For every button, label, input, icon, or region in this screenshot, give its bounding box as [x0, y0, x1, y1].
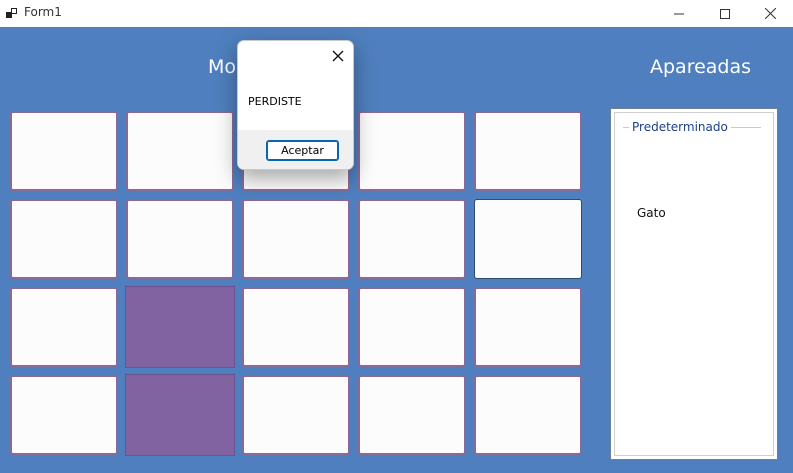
card-3-4[interactable] [358, 287, 466, 367]
dialog-close-button[interactable] [329, 47, 347, 65]
dialog-footer: Aceptar [238, 130, 353, 169]
matched-heading: Apareadas [650, 56, 752, 78]
close-icon [332, 50, 344, 62]
card-3-5[interactable] [474, 287, 582, 367]
minimize-button[interactable] [656, 0, 702, 27]
minimize-icon [674, 13, 684, 14]
card-3-1[interactable] [10, 287, 118, 367]
group-header: Predeterminado [629, 120, 731, 134]
card-2-4[interactable] [358, 199, 466, 279]
card-1-5[interactable] [474, 111, 582, 191]
message-dialog: PERDISTE Aceptar [237, 40, 354, 170]
card-4-5[interactable] [474, 375, 582, 455]
card-3-2[interactable] [125, 286, 235, 368]
accept-button[interactable]: Aceptar [266, 140, 339, 161]
card-2-1[interactable] [10, 199, 118, 279]
window-title: Form1 [24, 5, 62, 19]
app-icon [6, 6, 18, 18]
matched-pairs-list: Predeterminado Gato [614, 112, 774, 456]
card-4-4[interactable] [358, 375, 466, 455]
card-2-2[interactable] [126, 199, 234, 279]
close-icon [764, 8, 776, 19]
list-item[interactable]: Gato [637, 206, 666, 220]
close-button[interactable] [747, 0, 793, 27]
maximize-icon [720, 8, 730, 19]
card-1-2[interactable] [126, 111, 234, 191]
card-1-4[interactable] [358, 111, 466, 191]
card-2-3[interactable] [242, 199, 350, 279]
card-4-1[interactable] [10, 375, 118, 455]
moves-heading: Mo [208, 56, 237, 78]
dialog-message: PERDISTE [248, 95, 302, 108]
card-4-2[interactable] [125, 374, 235, 456]
card-2-5[interactable] [474, 199, 582, 279]
card-4-3[interactable] [242, 375, 350, 455]
matched-pairs-panel: Predeterminado Gato [610, 108, 778, 460]
title-bar: Form1 [0, 0, 793, 27]
card-1-1[interactable] [10, 111, 118, 191]
maximize-button[interactable] [702, 0, 748, 27]
card-3-3[interactable] [242, 287, 350, 367]
